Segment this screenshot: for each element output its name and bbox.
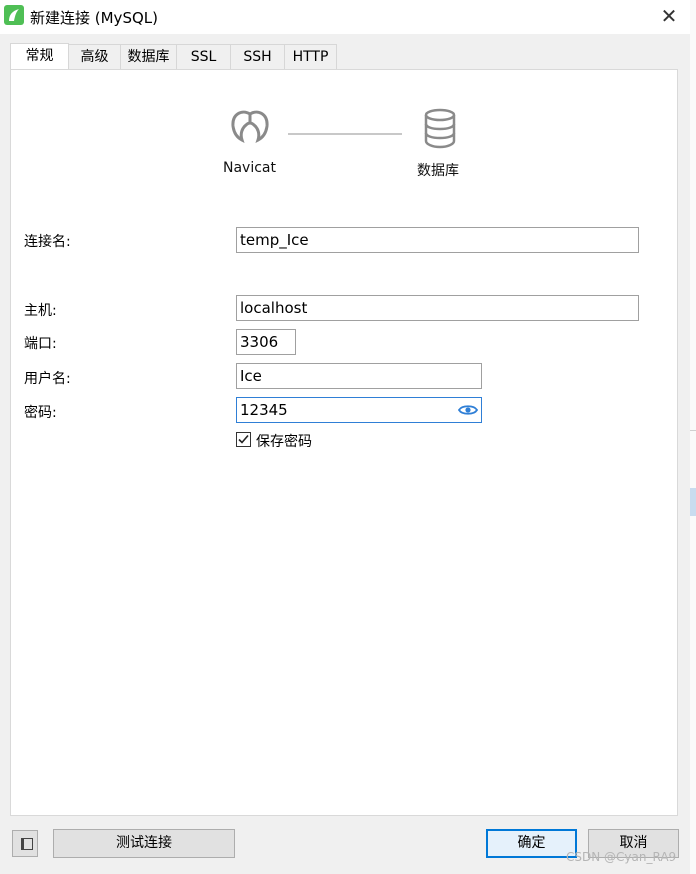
host-label: 主机: (24, 303, 57, 319)
host-input[interactable]: localhost (236, 295, 639, 321)
connection-name-label: 连接名: (24, 234, 71, 250)
password-value: 12345 (240, 401, 288, 419)
ok-button[interactable]: 确定 (486, 829, 577, 858)
window-title: 新建连接 (MySQL) (30, 9, 158, 27)
password-input[interactable]: 12345 (236, 397, 482, 423)
tab-advanced[interactable]: 高级 (68, 44, 121, 69)
password-label: 密码: (24, 405, 57, 421)
username-label: 用户名: (24, 371, 71, 387)
dialog-window: 新建连接 (MySQL) ✕ 常规 高级 数据库 SSL SSH HTTP Na… (0, 0, 691, 874)
database-label: 数据库 (417, 163, 459, 179)
navicat-app-icon (4, 5, 24, 25)
sidebar-icon (21, 838, 33, 850)
tab-databases[interactable]: 数据库 (120, 44, 177, 69)
tab-ssl[interactable]: SSL (176, 44, 231, 69)
title-bar[interactable]: 新建连接 (MySQL) ✕ (0, 0, 690, 34)
connector-line (288, 133, 402, 135)
test-connection-button[interactable]: 测试连接 (53, 829, 235, 858)
port-label: 端口: (24, 336, 57, 352)
tab-general[interactable]: 常规 (10, 43, 69, 70)
watermark: CSDN @Cyan_RA9 (566, 850, 677, 864)
close-button[interactable]: ✕ (652, 2, 686, 30)
navicat-label: Navicat (223, 160, 276, 176)
save-password-label[interactable]: 保存密码 (256, 431, 312, 451)
navicat-logo-icon (231, 110, 269, 143)
tab-http[interactable]: HTTP (284, 44, 337, 69)
username-input[interactable]: Ice (236, 363, 482, 389)
background-window-edge (690, 0, 696, 874)
tab-ssh[interactable]: SSH (230, 44, 285, 69)
general-tab-panel (10, 69, 678, 816)
show-password-icon[interactable] (458, 403, 478, 417)
connection-name-input[interactable]: temp_Ice (236, 227, 639, 253)
database-icon (424, 108, 456, 149)
save-password-checkbox[interactable] (236, 432, 251, 447)
port-input[interactable]: 3306 (236, 329, 296, 355)
checkmark-icon (238, 434, 249, 444)
toggle-panel-button[interactable] (12, 830, 38, 857)
